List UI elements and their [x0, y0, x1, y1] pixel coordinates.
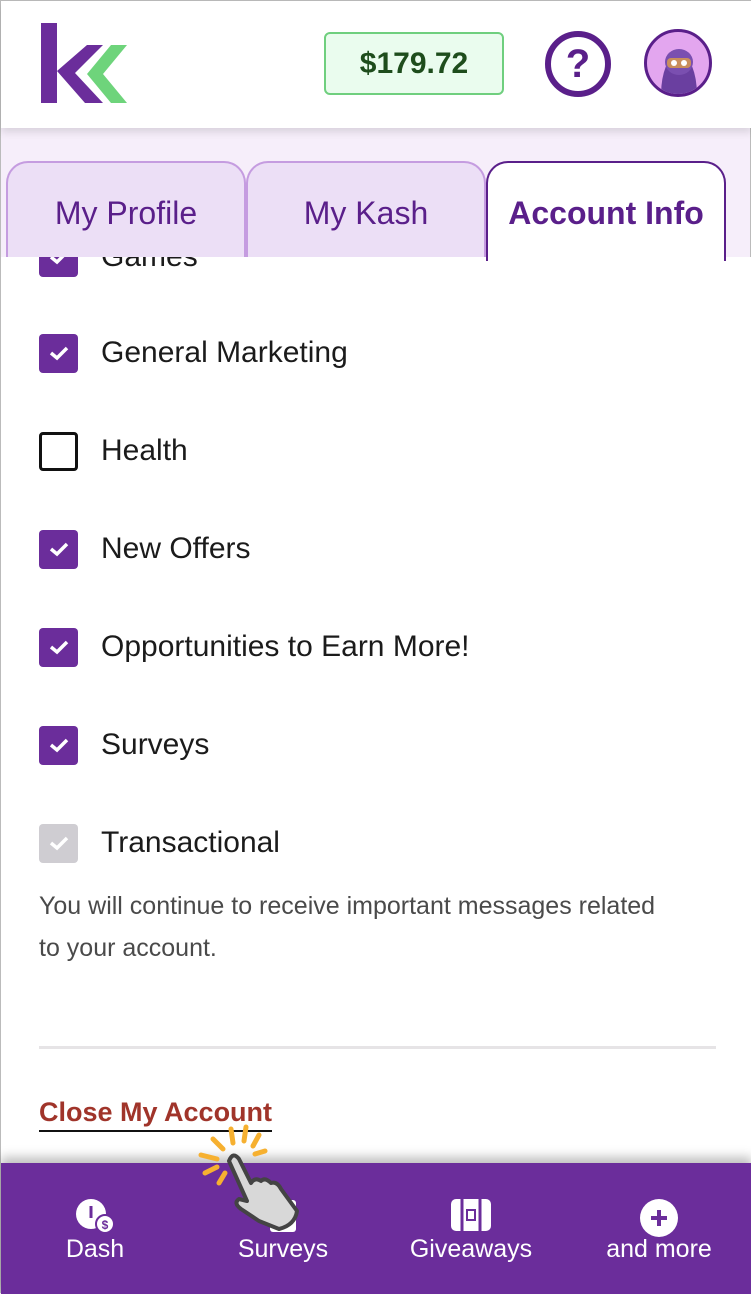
- checkbox-checked[interactable]: [39, 529, 78, 569]
- avatar[interactable]: [644, 29, 712, 97]
- preference-transactional: Transactional: [39, 823, 280, 863]
- nav-label: and more: [606, 1235, 712, 1263]
- checkbox-checked[interactable]: [39, 627, 78, 667]
- checkbox-checked[interactable]: [39, 725, 78, 765]
- preference-new-offers[interactable]: New Offers: [39, 529, 251, 569]
- preference-label: Surveys: [101, 728, 210, 761]
- preference-opportunities[interactable]: Opportunities to Earn More!: [39, 627, 470, 667]
- preference-label: New Offers: [101, 532, 251, 565]
- treasure-chest-icon: [451, 1199, 491, 1231]
- preference-label: Games: [101, 257, 198, 274]
- tab-label: Account Info: [508, 195, 704, 231]
- tab-account-info[interactable]: Account Info: [486, 161, 726, 261]
- balance-badge[interactable]: $179.72: [324, 32, 504, 95]
- checkbox-checked[interactable]: [39, 257, 78, 277]
- dashboard-icon: $: [76, 1199, 115, 1234]
- nav-more[interactable]: and more: [565, 1163, 751, 1294]
- bottom-nav: $ Dash Surveys Giveaways and more: [1, 1163, 751, 1294]
- nav-label: Surveys: [237, 1235, 329, 1263]
- tab-my-profile[interactable]: My Profile: [6, 161, 246, 261]
- preference-games[interactable]: Games: [39, 257, 198, 277]
- nav-label: Dash: [65, 1235, 125, 1263]
- preference-surveys[interactable]: Surveys: [39, 725, 209, 765]
- nav-label: Giveaways: [409, 1235, 533, 1263]
- account-info-panel: Games General Marketing Health New Offer…: [1, 257, 751, 1163]
- plus-circle-icon: [640, 1199, 678, 1237]
- tab-label: My Kash: [303, 195, 429, 231]
- nav-giveaways[interactable]: Giveaways: [377, 1163, 565, 1294]
- checkbox-checked[interactable]: [39, 333, 78, 373]
- tap-pointer-icon: [198, 1124, 299, 1231]
- preference-label: Opportunities to Earn More!: [101, 630, 470, 663]
- divider: [39, 1046, 716, 1049]
- preference-label: General Marketing: [101, 336, 348, 369]
- question-circle-icon[interactable]: ?: [545, 31, 611, 97]
- preference-health[interactable]: Health: [39, 431, 188, 471]
- checkbox-unchecked[interactable]: [39, 431, 78, 471]
- tab-my-kash[interactable]: My Kash: [246, 161, 486, 261]
- preference-general-marketing[interactable]: General Marketing: [39, 333, 348, 373]
- nav-dash[interactable]: $ Dash: [1, 1163, 189, 1294]
- preference-label: Transactional: [101, 826, 280, 859]
- checkbox-disabled: [39, 823, 78, 863]
- transactional-note: You will continue to receive important m…: [39, 892, 656, 962]
- tab-label: My Profile: [54, 195, 198, 231]
- svg-text:$: $: [102, 1218, 109, 1232]
- kashkick-logo[interactable]: [41, 23, 131, 105]
- preference-label: Health: [101, 434, 188, 467]
- header: $179.72 ?: [1, 1, 751, 128]
